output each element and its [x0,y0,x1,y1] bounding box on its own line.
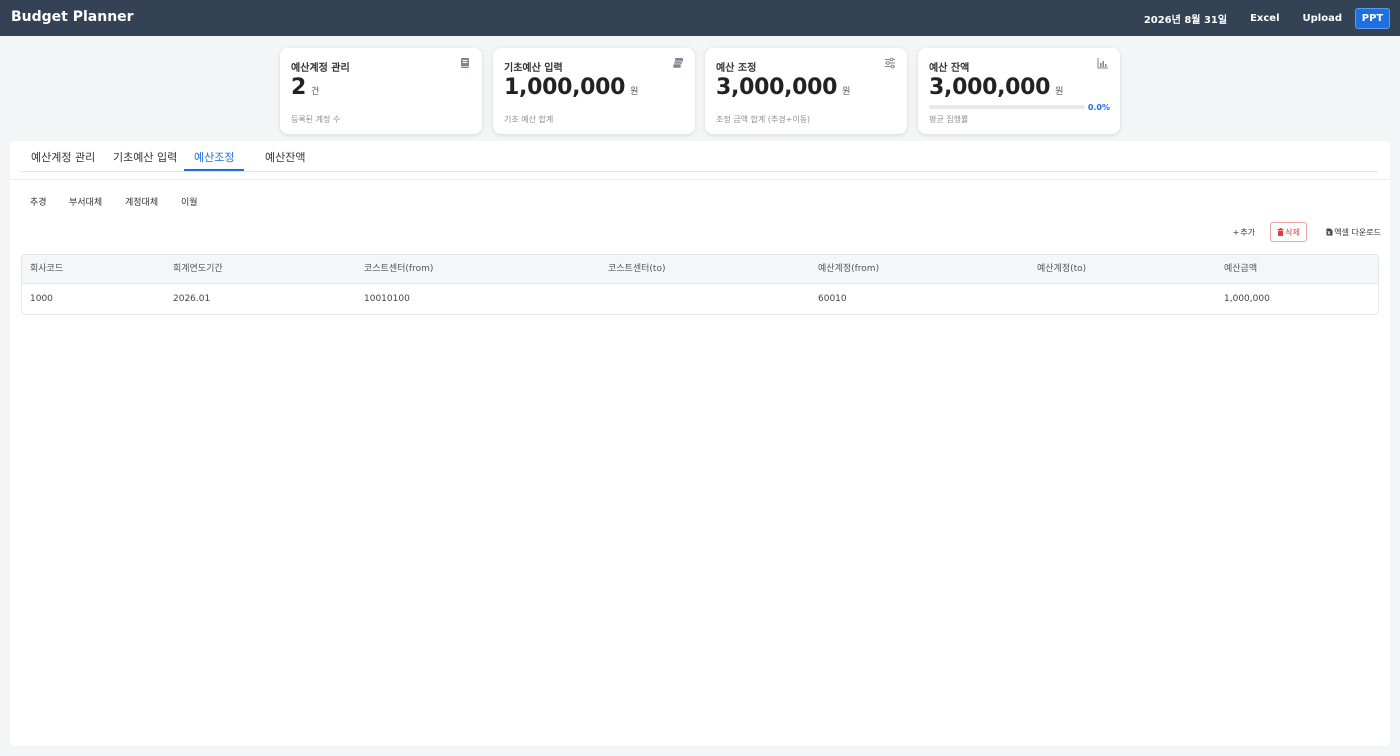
column-header[interactable]: 회사코드 [30,255,63,284]
card-value: 3,000,000 원 [716,75,851,100]
card-caption: 기초 예산 합계 [504,115,554,124]
table-header: 회사코드 회계연도기간 코스트센터(from) 코스트센터(to) 예산계정(f… [22,255,1378,284]
ppt-button[interactable]: PPT [1355,8,1390,29]
card-base-budget[interactable]: 기초예산 입력 1,000,000 원 기초 예산 합계 [493,48,695,134]
card-title: 예산계정 관리 [291,63,350,74]
tab-budget-adjustment[interactable]: 예산조정 [184,141,245,171]
card-unit: 원 [1055,87,1064,97]
card-title: 예산 조정 [716,63,757,74]
excel-button[interactable]: Excel [1250,13,1279,24]
card-unit: 원 [630,87,639,97]
plus-icon: + [1232,227,1240,237]
table-cell: 1,000,000 [1224,294,1270,304]
subtab-department-transfer[interactable]: 부서대체 [69,195,102,208]
excel-download-button[interactable]: 엑셀 다운로드 [1326,222,1381,242]
card-title: 기초예산 입력 [504,63,563,74]
card-budget-adjustment[interactable]: 예산 조정 3,000,000 원 조정 금액 합계 (추경+이동) [705,48,907,134]
column-header[interactable]: 예산계정(to) [1037,255,1086,284]
subtab-account-transfer[interactable]: 계정대체 [125,195,158,208]
trash-icon [1277,228,1284,236]
column-header[interactable]: 예산금액 [1224,255,1257,284]
card-unit: 원 [842,87,851,97]
column-header[interactable]: 회계연도기간 [173,255,223,284]
upload-button[interactable]: Upload [1303,13,1342,24]
app-title: Budget Planner [11,9,134,25]
card-unit: 건 [311,87,320,97]
card-value: 3,000,000 원 [929,75,1064,100]
card-budget-accounts[interactable]: 예산계정 관리 2건 등록된 계정 수 [280,48,482,134]
summary-cards: 예산계정 관리 2건 등록된 계정 수 기초예산 입력 1,000,000 원 기… [280,48,1120,134]
subtab-carryover[interactable]: 이월 [181,195,198,208]
section-divider [10,179,1390,180]
column-header[interactable]: 예산계정(from) [818,255,879,284]
subtab-supplementary[interactable]: 추경 [30,195,47,208]
chart-icon [1097,58,1108,69]
add-button[interactable]: + 추가 [1233,222,1255,242]
main-panel: 예산계정 관리 기초예산 입력 예산조정 예산잔액 추경 부서대체 계정대체 이… [10,141,1390,746]
tab-budget-balance[interactable]: 예산잔액 [255,141,315,171]
top-bar-actions: 2026년 8월 31일 Excel Upload PPT [1144,8,1390,29]
sliders-icon [885,57,895,69]
card-budget-balance[interactable]: 예산 잔액 3,000,000 원 0.0% 평균 집행률 [918,48,1120,134]
table-row[interactable]: 1000 2026.01 10010100 60010 1,000,000 [22,285,1378,314]
table-cell: 10010100 [364,294,410,304]
card-caption: 조정 금액 합계 (추경+이동) [716,115,811,124]
current-date: 2026년 8월 31일 [1143,15,1228,26]
tab-budget-accounts[interactable]: 예산계정 관리 [21,141,105,171]
execution-progress-bar [929,105,1085,109]
top-bar: Budget Planner 2026년 8월 31일 Excel Upload… [0,0,1400,36]
column-header[interactable]: 코스트센터(to) [608,255,665,284]
tab-bar: 예산계정 관리 기초예산 입력 예산조정 예산잔액 [21,141,1378,172]
excel-file-icon [1326,228,1333,236]
table-cell: 60010 [818,294,847,304]
card-value: 1,000,000 원 [504,75,639,100]
card-caption: 평균 집행률 [929,115,969,124]
table-cell: 2026.01 [173,294,211,304]
table-cell: 1000 [30,294,53,304]
adjustment-table: 회사코드 회계연도기간 코스트센터(from) 코스트센터(to) 예산계정(f… [21,254,1379,315]
tab-base-budget[interactable]: 기초예산 입력 [103,141,187,171]
card-caption: 등록된 계정 수 [291,115,341,124]
money-stack-icon [672,58,683,69]
progress-percent: 0.0% [1087,103,1110,112]
column-header[interactable]: 코스트센터(from) [364,255,433,284]
delete-button[interactable]: 삭제 [1270,222,1307,242]
card-value: 2건 [291,75,320,100]
card-title: 예산 잔액 [929,63,970,74]
book-icon [461,58,469,68]
